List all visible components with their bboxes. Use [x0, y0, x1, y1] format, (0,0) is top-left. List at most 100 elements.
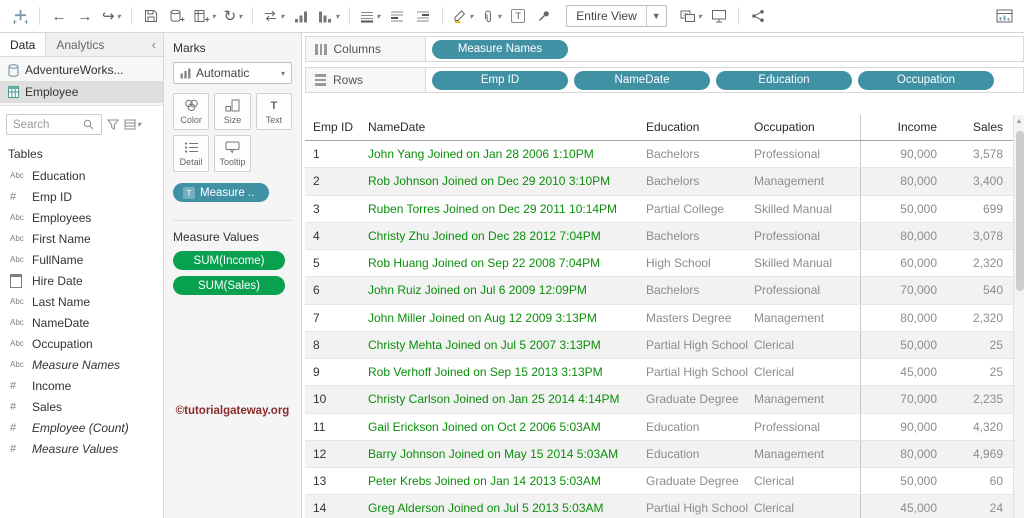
cell-income[interactable]: 45,000	[860, 359, 947, 386]
search-input[interactable]	[7, 118, 83, 131]
subtotals-icon[interactable]	[385, 3, 409, 29]
totals-icon[interactable]: ▾	[357, 3, 383, 29]
cell-education[interactable]: Partial College	[642, 196, 750, 222]
tableau-logo[interactable]	[8, 3, 32, 29]
cell-income[interactable]: 50,000	[860, 331, 947, 359]
cell-income[interactable]: 80,000	[860, 440, 947, 468]
cell-income[interactable]: 50,000	[860, 468, 947, 495]
cell-income[interactable]: 50,000	[860, 195, 947, 222]
cell-namedate[interactable]: Rob Huang Joined on Sep 22 2008 7:04PM	[364, 250, 642, 276]
cell-education[interactable]: Bachelors	[642, 168, 750, 194]
cell-education[interactable]: Graduate Degree	[642, 386, 750, 412]
cell-education[interactable]: Education	[642, 414, 750, 440]
cell-namedate[interactable]: Christy Carlson Joined on Jan 25 2014 4:…	[364, 386, 642, 412]
text-button[interactable]: T Text	[255, 93, 292, 130]
cell-occupation[interactable]: Management	[750, 386, 860, 412]
columns-shelf[interactable]: Columns Measure Names	[305, 36, 1024, 62]
cell-namedate[interactable]: Rob Verhoff Joined on Sep 15 2013 3:13PM	[364, 359, 642, 385]
undo-icon[interactable]: ←	[47, 3, 71, 29]
cell-emp-id[interactable]: 9	[305, 359, 364, 385]
cell-sales[interactable]: 2,320	[947, 305, 1013, 331]
collapse-pane-icon[interactable]: ‹	[145, 33, 163, 56]
field-measure-names[interactable]: Abc Measure Names	[0, 354, 163, 375]
cell-namedate[interactable]: John Yang Joined on Jan 28 2006 1:10PM	[364, 141, 642, 167]
cell-emp-id[interactable]: 3	[305, 196, 364, 222]
field-employees[interactable]: Abc Employees	[0, 207, 163, 228]
detail-button[interactable]: Detail	[173, 135, 210, 172]
color-button[interactable]: Color	[173, 93, 210, 130]
pill-measure-names[interactable]: Measure Names	[432, 39, 568, 59]
cell-namedate[interactable]: Peter Krebs Joined on Jan 14 2013 5:03AM	[364, 468, 642, 494]
new-data-source-icon[interactable]	[165, 3, 189, 29]
sort-ascending-icon[interactable]	[289, 3, 313, 29]
cell-sales[interactable]: 24	[947, 495, 1013, 518]
field-education[interactable]: Abc Education	[0, 165, 163, 186]
cell-education[interactable]: Education	[642, 441, 750, 467]
header-education[interactable]: Education	[642, 115, 750, 140]
header-income[interactable]: Income	[860, 115, 947, 140]
swap-rows-columns-icon[interactable]: ▾	[260, 3, 287, 29]
cell-occupation[interactable]: Skilled Manual	[750, 250, 860, 276]
cell-emp-id[interactable]: 7	[305, 305, 364, 331]
field-namedate[interactable]: Abc NameDate	[0, 312, 163, 333]
pill-sum-income[interactable]: SUM(Income)	[173, 251, 285, 270]
header-occupation[interactable]: Occupation	[750, 115, 860, 140]
grand-totals-icon[interactable]	[411, 3, 435, 29]
cell-education[interactable]: Graduate Degree	[642, 468, 750, 494]
datasource-adventureworks[interactable]: AdventureWorks...	[0, 59, 163, 81]
rows-shelf[interactable]: Rows Emp ID NameDate Education Occupation	[305, 67, 1024, 93]
cell-income[interactable]: 70,000	[860, 277, 947, 304]
group-members-icon[interactable]: ▾	[478, 3, 504, 29]
cell-namedate[interactable]: John Miller Joined on Aug 12 2009 3:13PM	[364, 305, 642, 331]
cell-income[interactable]: 80,000	[860, 168, 947, 195]
vertical-scrollbar[interactable]: ▲	[1013, 115, 1024, 518]
cell-occupation[interactable]: Clerical	[750, 495, 860, 518]
pill-occupation[interactable]: Occupation	[858, 70, 994, 90]
scroll-up-icon[interactable]: ▲	[1014, 115, 1024, 125]
cell-emp-id[interactable]: 6	[305, 277, 364, 303]
cell-education[interactable]: Bachelors	[642, 141, 750, 167]
cell-namedate[interactable]: Rob Johnson Joined on Dec 29 2010 3:10PM	[364, 168, 642, 194]
cell-education[interactable]: Bachelors	[642, 223, 750, 249]
header-emp-id[interactable]: Emp ID	[305, 115, 364, 140]
cell-emp-id[interactable]: 14	[305, 495, 364, 518]
cell-occupation[interactable]: Clerical	[750, 359, 860, 385]
cell-sales[interactable]: 2,320	[947, 250, 1013, 276]
cell-emp-id[interactable]: 4	[305, 223, 364, 249]
filter-icon[interactable]	[107, 119, 119, 130]
show-hide-cards-icon[interactable]: ▾	[677, 3, 705, 29]
size-button[interactable]: Size	[214, 93, 251, 130]
header-sales[interactable]: Sales	[947, 115, 1013, 140]
highlight-icon[interactable]: ▾	[450, 3, 476, 29]
cell-namedate[interactable]: Greg Alderson Joined on Jul 5 2013 5:03A…	[364, 495, 642, 518]
pill-education[interactable]: Education	[716, 70, 852, 90]
cell-emp-id[interactable]: 2	[305, 168, 364, 194]
cell-income[interactable]: 45,000	[860, 495, 947, 518]
presentation-mode-icon[interactable]	[707, 3, 731, 29]
datasource-employee[interactable]: Employee	[0, 81, 163, 103]
mark-type-dropdown[interactable]: Automatic ▾	[173, 62, 292, 84]
redo-icon[interactable]: →	[73, 3, 97, 29]
cell-education[interactable]: Masters Degree	[642, 305, 750, 331]
tooltip-button[interactable]: Tooltip	[214, 135, 251, 172]
cell-occupation[interactable]: Clerical	[750, 468, 860, 494]
field-measure-values[interactable]: # Measure Values	[0, 438, 163, 459]
cell-emp-id[interactable]: 1	[305, 141, 364, 167]
field-employee-count[interactable]: # Employee (Count)	[0, 417, 163, 438]
cell-income[interactable]: 70,000	[860, 386, 947, 413]
cell-emp-id[interactable]: 13	[305, 468, 364, 494]
field-first-name[interactable]: Abc First Name	[0, 228, 163, 249]
header-namedate[interactable]: NameDate	[364, 115, 642, 140]
cell-emp-id[interactable]: 10	[305, 386, 364, 412]
cell-sales[interactable]: 4,969	[947, 441, 1013, 467]
cell-income[interactable]: 80,000	[860, 304, 947, 331]
cell-occupation[interactable]: Management	[750, 441, 860, 467]
cell-sales[interactable]: 60	[947, 468, 1013, 494]
cell-income[interactable]: 80,000	[860, 222, 947, 250]
cell-income[interactable]: 90,000	[860, 413, 947, 440]
new-worksheet-icon[interactable]: ▾	[191, 3, 219, 29]
cell-sales[interactable]: 699	[947, 196, 1013, 222]
field-sales[interactable]: # Sales	[0, 396, 163, 417]
field-occupation[interactable]: Abc Occupation	[0, 333, 163, 354]
tab-analytics[interactable]: Analytics	[46, 33, 114, 56]
